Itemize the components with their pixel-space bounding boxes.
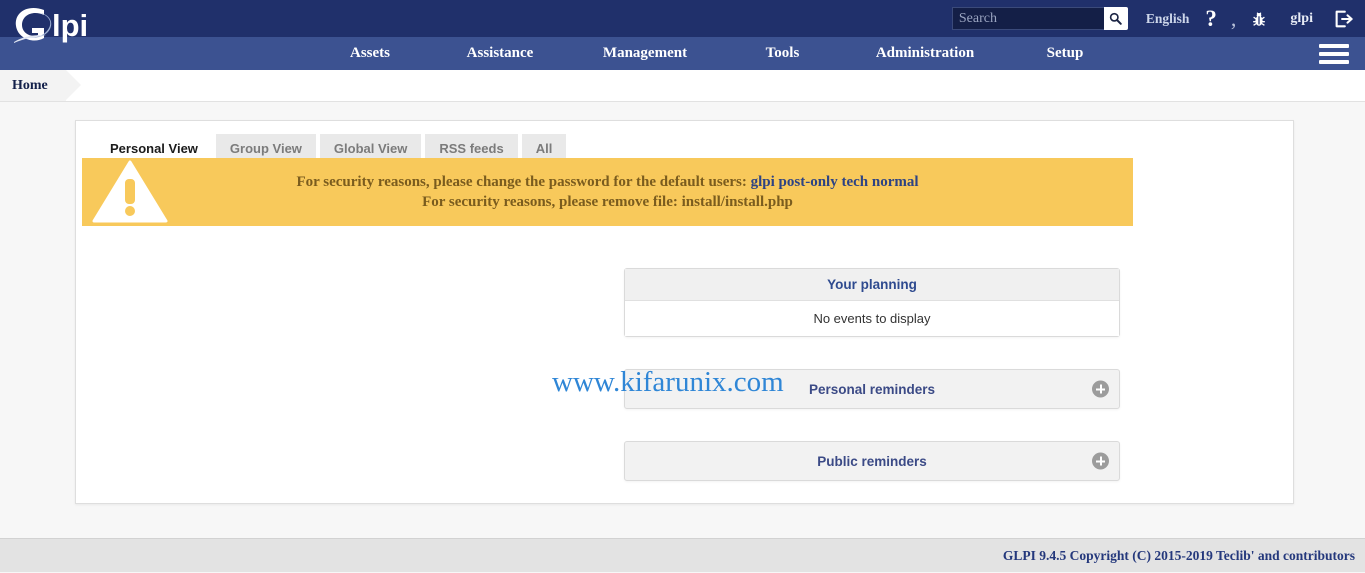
personal-reminders-title: Personal reminders: [808, 381, 936, 397]
planning-widget-title: Your planning: [625, 269, 1119, 301]
public-reminders-title: Public reminders: [817, 453, 927, 469]
footer: GLPI 9.4.5 Copyright (C) 2015-2019 Tecli…: [0, 538, 1365, 572]
nav-item-assistance[interactable]: Assistance: [430, 45, 570, 62]
top-bar: lpi English ? ,: [0, 0, 1365, 43]
search-input[interactable]: [951, 7, 1104, 30]
nav-items: Assets Assistance Management Tools Admin…: [310, 45, 1125, 62]
warning-text: For security reasons, please change the …: [178, 172, 1133, 212]
page-content: Personal View Group View Global View RSS…: [0, 102, 1365, 573]
language-selector[interactable]: English: [1146, 11, 1190, 27]
global-search: [951, 7, 1128, 30]
svg-text:lpi: lpi: [52, 8, 88, 43]
search-button[interactable]: [1103, 7, 1128, 30]
nav-item-assets[interactable]: Assets: [310, 45, 430, 62]
warning-triangle-icon: [82, 159, 178, 225]
main-navigation: Assets Assistance Management Tools Admin…: [0, 37, 1365, 70]
nav-item-tools[interactable]: Tools: [720, 45, 845, 62]
comma-icon[interactable]: ,: [1231, 7, 1237, 29]
footer-copyright: GLPI 9.4.5 Copyright (C) 2015-2019 Tecli…: [1002, 547, 1355, 563]
hamburger-menu-icon[interactable]: [1319, 44, 1349, 64]
dashboard-widgets: Your planning No events to display Perso…: [624, 268, 1120, 481]
breadcrumb-item-home[interactable]: Home: [0, 70, 81, 101]
glpi-logo[interactable]: lpi: [10, 2, 115, 50]
top-bar-actions: English ? , glpi: [951, 0, 1357, 37]
nav-item-setup[interactable]: Setup: [1005, 45, 1125, 62]
help-icon[interactable]: ?: [1205, 7, 1217, 30]
plus-circle-icon-personal[interactable]: [1092, 380, 1109, 398]
warning-line-1: For security reasons, please change the …: [178, 172, 1037, 192]
planning-widget-body: No events to display: [625, 301, 1119, 336]
warning-line-2: For security reasons, please remove file…: [422, 194, 793, 210]
logout-icon[interactable]: [1333, 9, 1353, 29]
bug-icon[interactable]: [1250, 10, 1268, 28]
nav-item-management[interactable]: Management: [570, 45, 720, 62]
security-warning-banner: For security reasons, please change the …: [82, 158, 1133, 226]
personal-reminders-panel[interactable]: Personal reminders: [624, 369, 1120, 409]
breadcrumb: Home: [0, 70, 1365, 102]
plus-circle-icon-public[interactable]: [1092, 452, 1109, 470]
nav-item-administration[interactable]: Administration: [845, 45, 1005, 62]
view-tabs: Personal View Group View Global View RSS…: [76, 121, 1293, 163]
default-users-links[interactable]: glpi post-only tech normal: [751, 174, 919, 190]
warning-line-1-prefix: For security reasons, please change the …: [296, 174, 747, 190]
search-icon: [1110, 12, 1123, 25]
user-menu[interactable]: glpi: [1290, 11, 1313, 27]
planning-widget: Your planning No events to display: [624, 268, 1120, 337]
public-reminders-panel[interactable]: Public reminders: [624, 441, 1120, 481]
